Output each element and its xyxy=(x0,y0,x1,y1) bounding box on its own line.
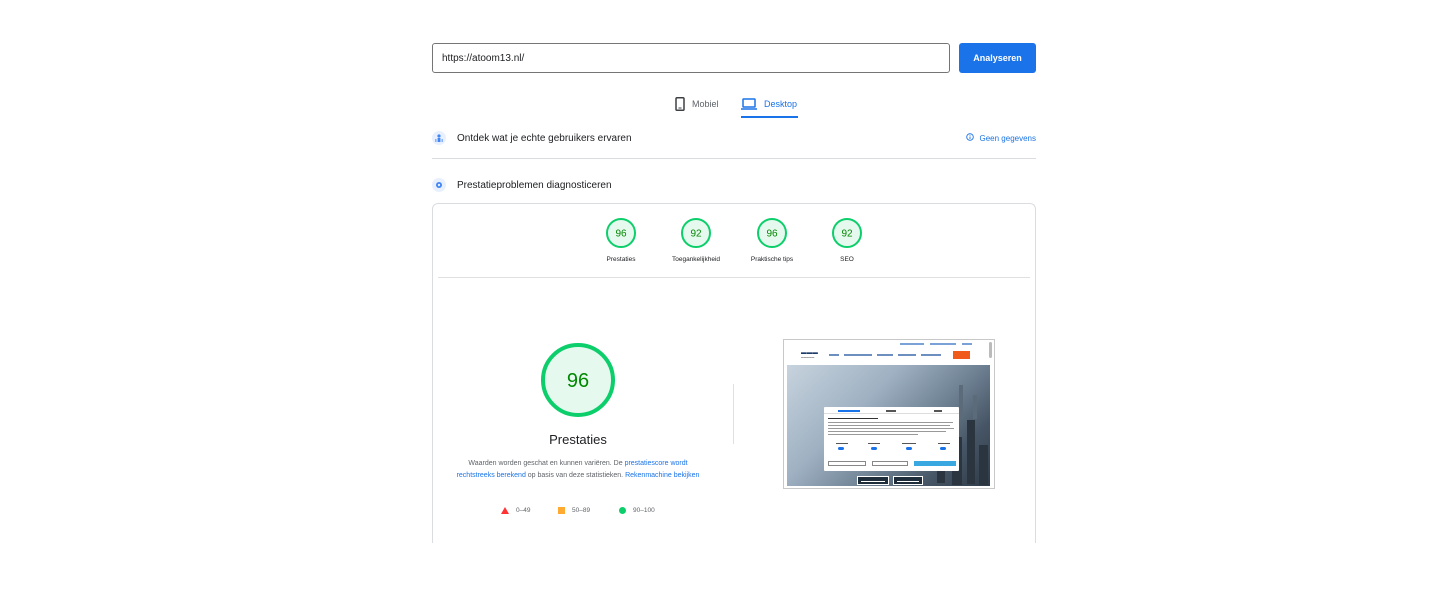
screenshot-logo: ▬▬▬ ▬▬▬▬▬ xyxy=(801,350,819,359)
info-icon xyxy=(965,133,974,143)
laptop-icon xyxy=(741,98,757,110)
gauge-seo[interactable]: 92 SEO xyxy=(812,217,882,263)
lab-section-title: Prestatieproblemen diagnosticeren xyxy=(457,179,612,191)
tab-mobile[interactable]: Mobiel xyxy=(675,92,719,116)
screenshot-site-header: ▬▬▬ ▬▬▬▬▬ xyxy=(784,340,994,364)
screenshot-hero-image xyxy=(787,365,990,486)
performance-note-text1: Waarden worden geschat en kunnen variëre… xyxy=(468,460,625,467)
triangle-icon xyxy=(501,507,509,514)
tab-desktop[interactable]: Desktop xyxy=(741,92,799,118)
performance-note: Waarden worden geschat en kunnen variëre… xyxy=(454,458,702,482)
gauge-best-practices[interactable]: 96 Praktische tips xyxy=(737,217,807,263)
analyze-button[interactable]: Analyseren xyxy=(959,43,1036,73)
gauge-performance-ring: 96 xyxy=(606,218,636,248)
performance-note-text2: op basis van deze statistieken. xyxy=(525,472,626,479)
legend-pass-label: 90–100 xyxy=(633,507,655,514)
performance-title: Prestaties xyxy=(549,432,607,447)
performance-score: 96 xyxy=(567,370,589,392)
gauge-seo-label: SEO xyxy=(840,256,854,263)
square-icon xyxy=(558,507,565,514)
gauge-accessibility-ring: 92 xyxy=(681,218,711,248)
circle-icon xyxy=(619,507,626,514)
users-icon xyxy=(432,131,446,145)
tab-desktop-label: Desktop xyxy=(764,99,798,109)
lab-section-header: Prestatieproblemen diagnosticeren xyxy=(432,175,1036,195)
gauge-performance[interactable]: 96 Prestaties xyxy=(586,217,656,263)
gauge-accessibility-label: Toegankelijkheid xyxy=(671,256,721,263)
section-divider xyxy=(432,158,1036,159)
gauge-seo-ring: 92 xyxy=(832,218,862,248)
performance-gauge: 96 xyxy=(541,343,615,417)
gauge-performance-score: 96 xyxy=(615,229,627,240)
lab-icon xyxy=(432,178,446,192)
gauge-best-practices-label: Praktische tips xyxy=(750,256,794,263)
gauge-seo-score: 92 xyxy=(841,229,853,240)
card-divider xyxy=(438,277,1030,278)
gauge-accessibility-score: 92 xyxy=(690,229,702,240)
no-data-label: Geen gegevens xyxy=(979,133,1037,143)
url-input[interactable] xyxy=(432,43,950,73)
no-data-link[interactable]: Geen gegevens xyxy=(965,133,1037,143)
gauge-performance-label: Prestaties xyxy=(606,256,636,263)
crux-section-header: Ontdek wat je echte gebruikers ervaren G… xyxy=(432,128,1036,148)
gauge-best-practices-ring: 96 xyxy=(757,218,787,248)
crux-section-title: Ontdek wat je echte gebruikers ervaren xyxy=(457,132,632,144)
final-screenshot: ▬▬▬ ▬▬▬▬▬ xyxy=(783,339,995,489)
gauge-best-practices-score: 96 xyxy=(766,229,778,240)
gauge-accessibility[interactable]: 92 Toegankelijkheid xyxy=(661,217,731,263)
legend-fail-label: 0–49 xyxy=(516,507,531,514)
legend-average: 50–89 xyxy=(558,507,590,514)
calculator-link[interactable]: Rekenmachine bekijken xyxy=(625,472,699,479)
vertical-separator xyxy=(733,384,734,444)
legend-pass: 90–100 xyxy=(619,507,655,514)
phone-icon xyxy=(675,97,685,111)
tab-mobile-label: Mobiel xyxy=(692,99,719,109)
legend-fail: 0–49 xyxy=(501,507,530,514)
screenshot-cookie-dialog xyxy=(824,407,959,471)
legend-average-label: 50–89 xyxy=(572,507,591,514)
